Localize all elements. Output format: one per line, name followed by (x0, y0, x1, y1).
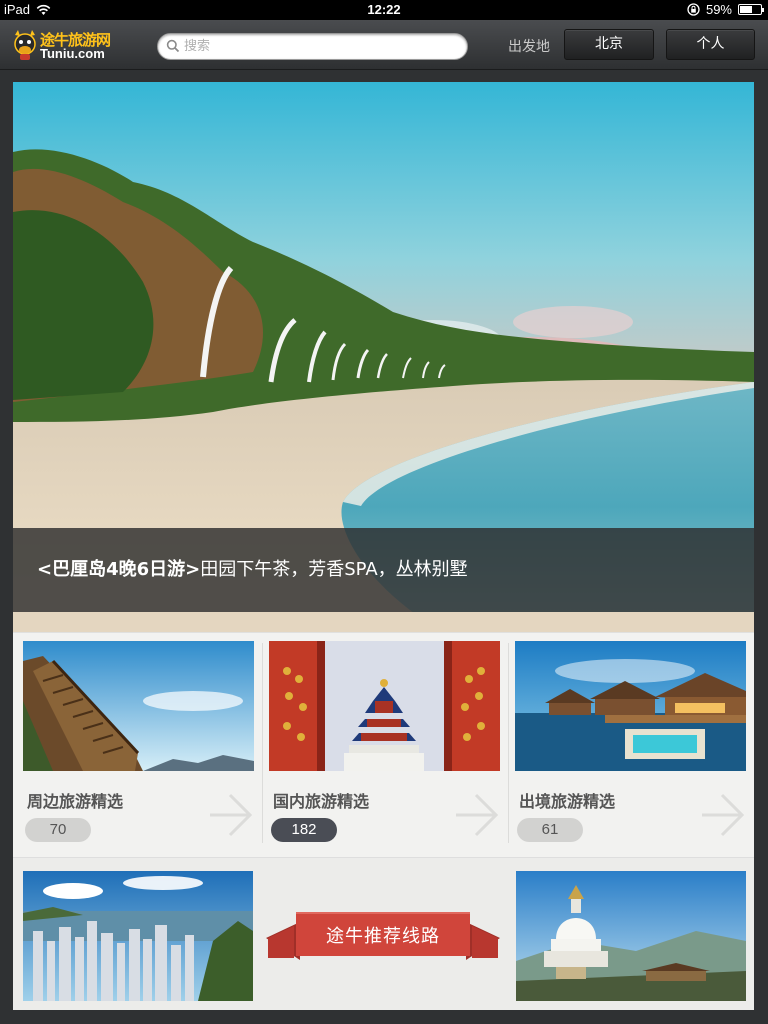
departure-label: 出发地 (508, 39, 550, 55)
hero-banner[interactable]: <巴厘岛4晚6日游>田园下午茶，芳香SPA，丛林别墅 (13, 82, 754, 632)
category-count-badge: 182 (271, 818, 337, 842)
battery-icon (738, 4, 764, 15)
card-divider (262, 643, 263, 843)
recommended-route-wutaishan[interactable] (516, 871, 746, 1001)
battery-percent: 59% (705, 2, 732, 17)
category-title: 出境旅游精选 (519, 792, 616, 811)
search-input[interactable] (184, 36, 460, 57)
bottom-bar (0, 1010, 768, 1024)
rotation-lock-icon (687, 3, 700, 16)
category-card-overseas[interactable]: 出境旅游精选 61 (515, 641, 746, 851)
overseas-photo (515, 641, 746, 771)
category-card-nearby[interactable]: 周边旅游精选 70 (23, 641, 254, 851)
chevron-right-icon (702, 793, 745, 837)
city-select-button[interactable]: 北京 (564, 29, 654, 60)
recommended-routes-section: 途牛推荐线路 (13, 857, 754, 1010)
recommended-routes-banner[interactable]: 途牛推荐线路 (266, 908, 500, 962)
recommended-routes-label: 途牛推荐线路 (326, 926, 440, 947)
category-count-badge: 70 (25, 818, 91, 842)
category-count-badge: 61 (517, 818, 583, 842)
hero-caption-title: <巴厘岛4晚6日游> (37, 559, 201, 580)
domestic-photo (269, 641, 500, 771)
category-card-domestic[interactable]: 国内旅游精选 182 (269, 641, 500, 851)
logo-english-text: Tuniu.com (40, 46, 105, 61)
chevron-right-icon (456, 793, 499, 837)
personal-button[interactable]: 个人 (666, 29, 755, 60)
category-title: 周边旅游精选 (27, 792, 124, 811)
status-bar: iPad 12:22 59% (0, 0, 768, 20)
category-section: 周边旅游精选 70 国内旅游精选 182 出境旅游精选 61 (13, 632, 754, 854)
content-panel: <巴厘岛4晚6日游>田园下午茶，芳香SPA，丛林别墅 周边旅游精选 70 国内旅… (13, 82, 754, 1010)
category-title: 国内旅游精选 (273, 792, 370, 811)
top-nav: 途牛旅游网 Tuniu.com 出发地 北京 个人 (0, 20, 768, 70)
nearby-photo (23, 641, 254, 771)
hero-caption: <巴厘岛4晚6日游>田园下午茶，芳香SPA，丛林别墅 (13, 528, 754, 612)
tuniu-logo[interactable]: 途牛旅游网 Tuniu.com (12, 27, 116, 63)
search-box[interactable] (157, 33, 468, 60)
search-icon (166, 39, 180, 53)
battery-fill (740, 6, 752, 13)
clock: 12:22 (367, 2, 401, 17)
chevron-right-icon (210, 793, 253, 837)
card-divider (508, 643, 509, 843)
hero-caption-desc: 田园下午茶，芳香SPA，丛林别墅 (200, 559, 468, 580)
cow-mascot-icon (14, 30, 36, 60)
recommended-route-hongkong[interactable] (23, 871, 253, 1001)
